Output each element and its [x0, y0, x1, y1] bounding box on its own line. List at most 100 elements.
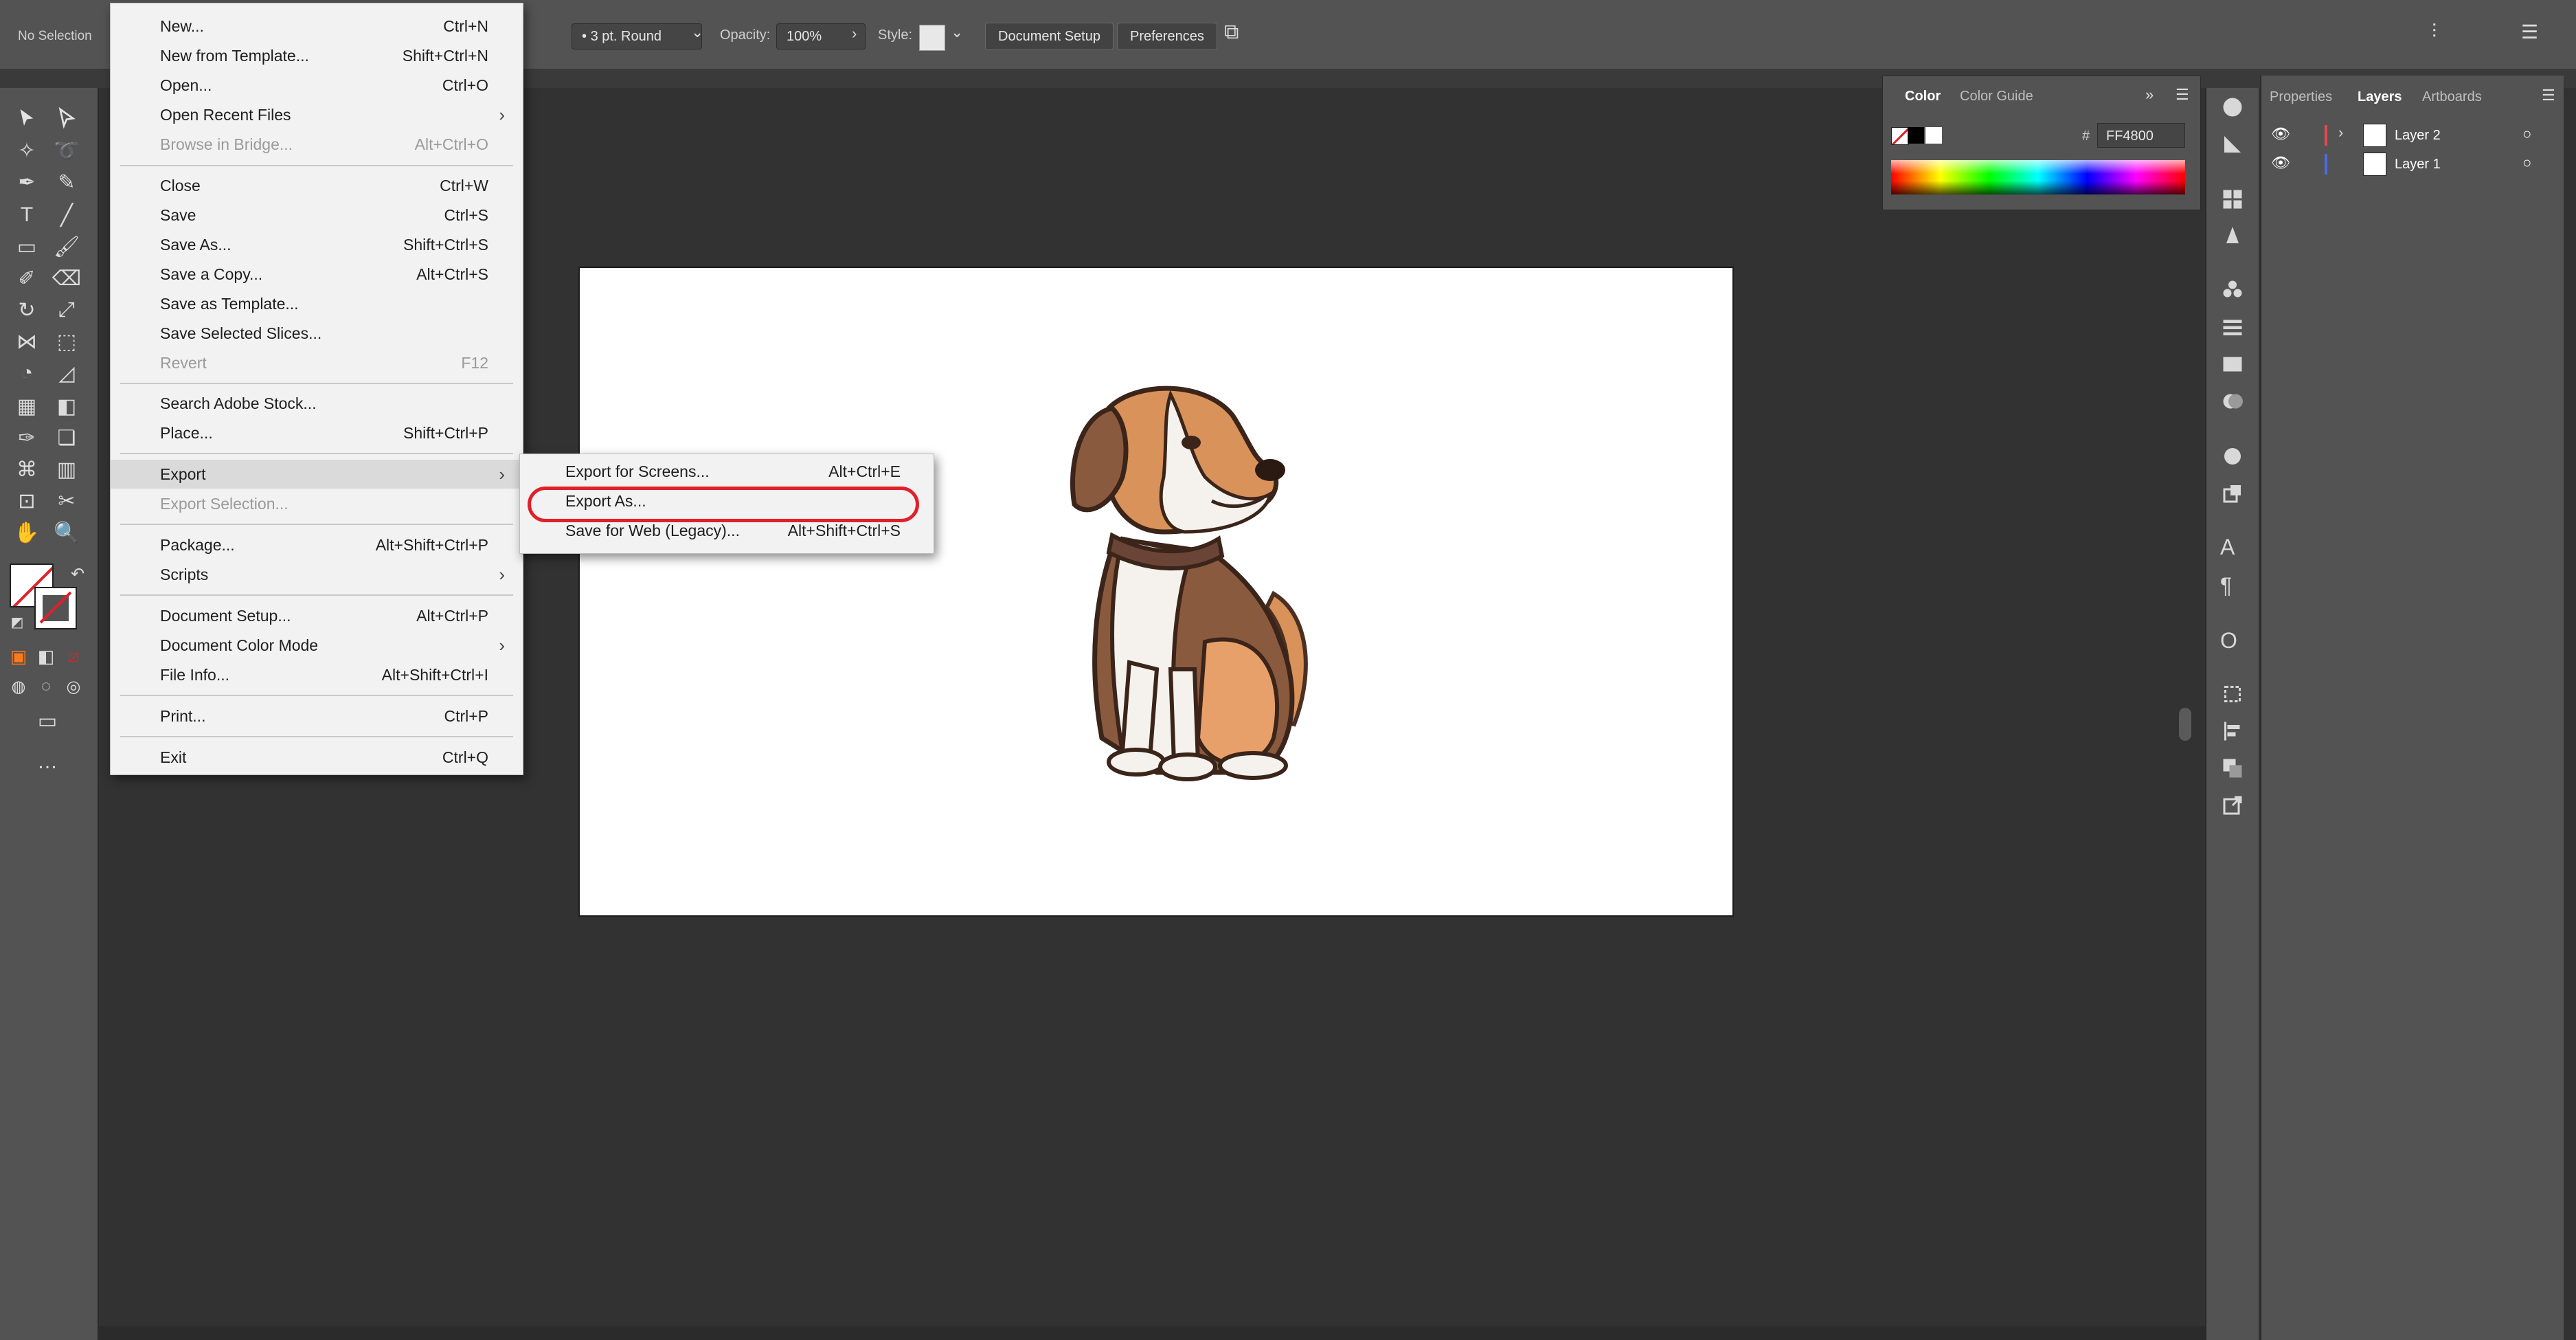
tab-artboards[interactable]: Artboards [2422, 89, 2482, 105]
rotate-tool-icon[interactable]: ↻ [12, 295, 41, 324]
document-setup-button[interactable]: Document Setup [985, 23, 1114, 50]
screen-mode-icon[interactable]: ▭ [33, 706, 62, 735]
shape-builder-icon[interactable]: ◔ [12, 359, 41, 388]
panel-expand-icon[interactable]: » [2145, 86, 2154, 104]
menu-item-close[interactable]: Close Ctrl+W [111, 171, 523, 200]
perspective-grid-icon[interactable]: ◿ [52, 359, 81, 388]
more-tools-icon[interactable]: … [33, 748, 62, 777]
menu-item-place[interactable]: Place... Shift+Ctrl+P [111, 418, 523, 447]
magic-wand-icon[interactable]: ✧ [12, 136, 41, 165]
stroke-icon[interactable] [2220, 315, 2246, 341]
selection-tool-icon[interactable] [12, 103, 41, 132]
chevron-down-icon[interactable]: ⌄ [951, 23, 963, 41]
scale-tool-icon[interactable]: ⤢ [52, 295, 81, 324]
line-tool-icon[interactable]: ╱ [52, 201, 81, 230]
panel-menu-icon[interactable]: ☰ [2176, 86, 2189, 104]
menu-item-export-for-screens[interactable]: Export for Screens... Alt+Ctrl+E [520, 457, 934, 486]
symbols-icon[interactable] [2220, 278, 2246, 304]
gradient-tool-icon[interactable]: ◧ [52, 392, 81, 421]
chevron-right-icon[interactable]: › [852, 25, 857, 43]
paintbrush-icon[interactable]: 🖌 [52, 232, 81, 261]
lasso-icon[interactable]: ➰ [52, 136, 81, 165]
menu-item-save-a-copy[interactable]: Save a Copy... Alt+Ctrl+S [111, 260, 523, 289]
eyedropper-icon[interactable]: ✑ [12, 423, 41, 452]
width-tool-icon[interactable]: ⋈ [12, 327, 41, 356]
blend-tool-icon[interactable]: ❏ [52, 423, 81, 452]
eraser-icon[interactable]: ⌫ [52, 264, 81, 293]
character-icon[interactable]: A [2220, 535, 2246, 561]
tab-layers[interactable]: Layers [2358, 89, 2402, 105]
menu-item-document-setup[interactable]: Document Setup... Alt+Ctrl+P [111, 601, 523, 630]
menu-item-export[interactable]: Export › [111, 460, 523, 489]
draw-normal-icon[interactable]: ◍ [4, 672, 33, 701]
align-icon[interactable]: ⫶ [2432, 21, 2437, 43]
stroke-swatch[interactable] [34, 587, 77, 629]
black-swatch[interactable] [1908, 127, 1924, 144]
target-circle-icon[interactable]: ○ [2522, 125, 2531, 143]
draw-inside-icon[interactable]: ◎ [59, 672, 88, 701]
brushes-icon[interactable] [2220, 223, 2246, 249]
tab-properties[interactable]: Properties [2270, 89, 2332, 105]
default-colors-icon[interactable]: ◩ [3, 607, 32, 636]
none-mode-icon[interactable]: ⧄ [59, 642, 88, 671]
menu-item-open[interactable]: Open... Ctrl+O [111, 71, 523, 100]
chevron-right-icon[interactable]: › [2338, 124, 2343, 142]
paragraph-icon[interactable]: ¶ [2220, 573, 2246, 599]
opentype-icon[interactable]: O [2220, 628, 2246, 654]
panel-menu-icon[interactable]: ☰ [2542, 87, 2555, 104]
tab-color[interactable]: Color [1905, 89, 1941, 104]
free-transform-icon[interactable]: ⬚ [52, 327, 81, 356]
shaper-tool-icon[interactable]: ✐ [12, 264, 41, 293]
chevron-down-icon[interactable]: ⌄ [691, 23, 703, 41]
menu-item-save-as-template[interactable]: Save as Template... [111, 289, 523, 318]
layer-name[interactable]: Layer 1 [2395, 157, 2441, 172]
type-tool-icon[interactable]: T [12, 201, 41, 230]
menu-item-search-adobe-stock[interactable]: Search Adobe Stock... [111, 389, 523, 418]
gradient-mode-icon[interactable]: ◧ [32, 642, 60, 671]
layer-row-layer-2[interactable]: 👁 › Layer 2 ○ [2261, 121, 2564, 148]
arrange-icon[interactable]: ⧉ [1224, 21, 1239, 44]
transform-icon[interactable] [2220, 682, 2246, 708]
zoom-tool-icon[interactable]: 🔍 [52, 518, 81, 547]
menu-item-save-as[interactable]: Save As... Shift+Ctrl+S [111, 230, 523, 259]
draw-behind-icon[interactable]: ◌ [32, 672, 60, 701]
graphic-styles-icon[interactable] [2220, 481, 2246, 507]
hand-tool-icon[interactable]: ✋ [12, 518, 41, 547]
rectangle-tool-icon[interactable]: ▭ [12, 232, 41, 261]
visibility-eye-icon[interactable]: 👁 [2271, 154, 2290, 172]
pen-tool-icon[interactable]: ✒ [12, 168, 41, 197]
menu-item-save[interactable]: Save Ctrl+S [111, 201, 523, 230]
target-circle-icon[interactable]: ○ [2522, 154, 2531, 172]
menu-item-new-from-template[interactable]: New from Template... Shift+Ctrl+N [111, 41, 523, 70]
white-swatch[interactable] [1925, 127, 1942, 144]
color-guide-icon[interactable] [2220, 132, 2246, 158]
menu-item-print[interactable]: Print... Ctrl+P [111, 702, 523, 730]
stroke-profile-dropdown[interactable]: • 3 pt. Round [572, 23, 702, 49]
menu-item-file-info[interactable]: File Info... Alt+Shift+Ctrl+I [111, 660, 523, 689]
menu-item-open-recent-files[interactable]: Open Recent Files › [111, 100, 523, 129]
appearance-icon[interactable] [2220, 444, 2246, 470]
menu-item-exit[interactable]: Exit Ctrl+Q [111, 743, 523, 772]
menu-item-new[interactable]: New... Ctrl+N [111, 12, 523, 41]
vertical-scrollbar-thumb[interactable] [2179, 708, 2191, 741]
hex-input[interactable]: FF4800 [2097, 123, 2185, 148]
transparency-icon[interactable] [2220, 389, 2246, 415]
style-swatch[interactable] [919, 25, 945, 51]
artboard-tool-icon[interactable]: ⊡ [12, 487, 41, 515]
menu-item-save-selected-slices[interactable]: Save Selected Slices... [111, 319, 523, 348]
menu-icon[interactable]: ☰ [2521, 21, 2538, 43]
tab-color-guide[interactable]: Color Guide [1960, 89, 2033, 104]
preferences-button[interactable]: Preferences [1117, 23, 1217, 50]
pathfinder-icon[interactable] [2220, 756, 2246, 782]
menu-item-package[interactable]: Package... Alt+Shift+Ctrl+P [111, 531, 523, 559]
slice-tool-icon[interactable]: ✂ [52, 487, 81, 515]
menu-item-document-color-mode[interactable]: Document Color Mode › [111, 631, 523, 660]
mesh-tool-icon[interactable]: ▦ [12, 392, 41, 421]
column-graph-icon[interactable]: ▥ [52, 455, 81, 484]
align-panel-icon[interactable] [2220, 719, 2246, 745]
layer-name[interactable]: Layer 2 [2395, 128, 2441, 144]
swatches-icon[interactable] [2220, 187, 2246, 213]
gradient-icon[interactable] [2220, 352, 2246, 378]
menu-item-scripts[interactable]: Scripts › [111, 560, 523, 589]
color-mode-icon[interactable]: ▣ [4, 642, 33, 671]
